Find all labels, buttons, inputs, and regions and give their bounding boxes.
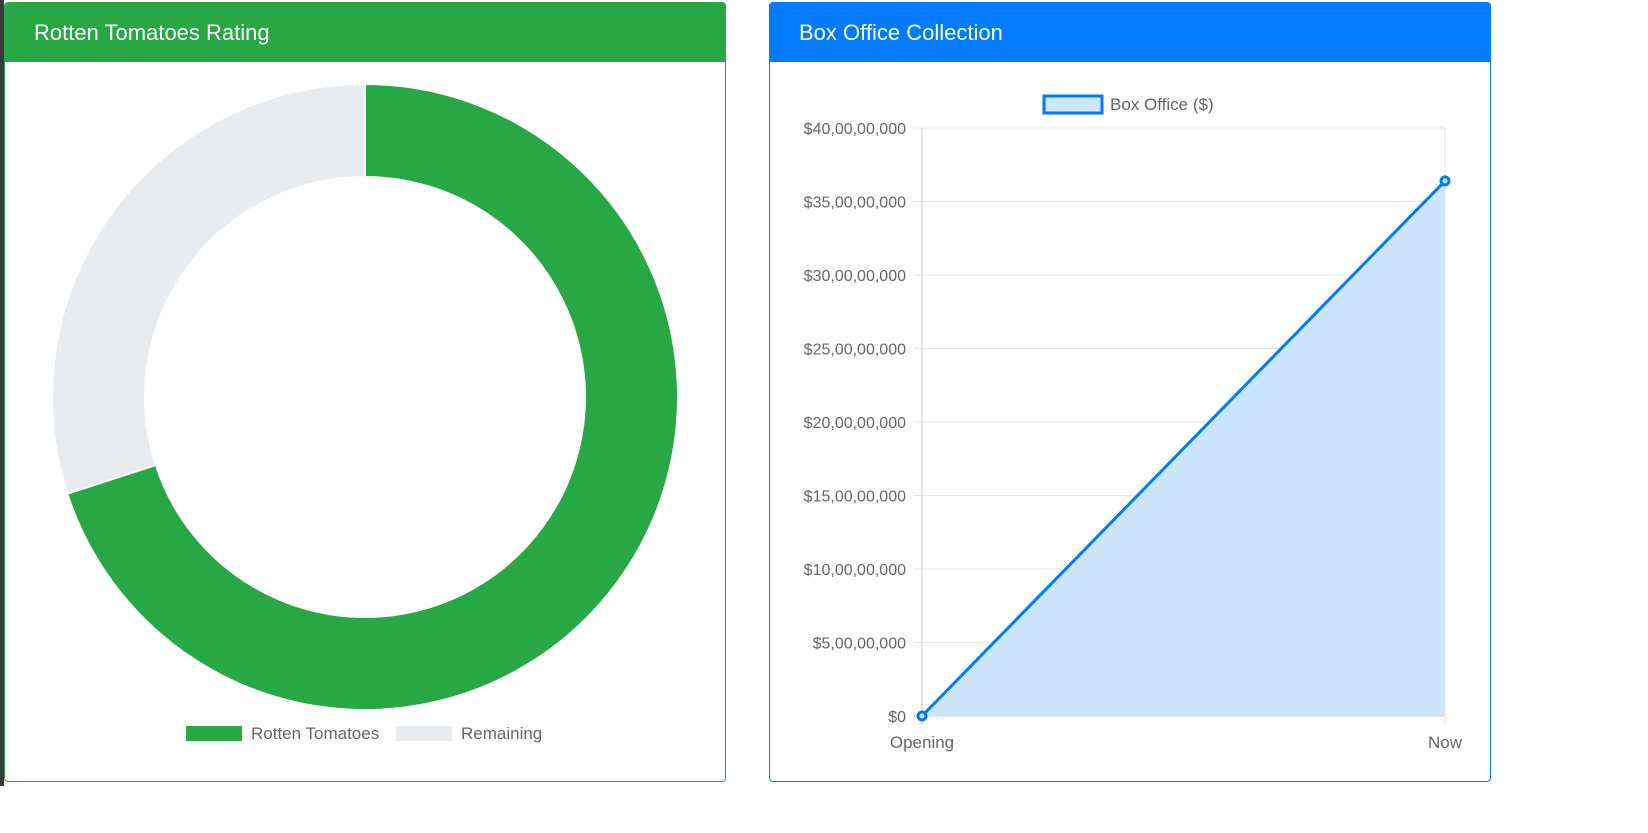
- y-tick-label: $5,00,00,000: [813, 636, 907, 653]
- legend-swatch-box-office[interactable]: [1042, 94, 1104, 115]
- line-legend: Box Office ($): [1042, 94, 1214, 115]
- y-tick-label: $20,00,00,000: [804, 415, 906, 432]
- data-point-now[interactable]: [1439, 175, 1451, 187]
- y-tick-label: $25,00,00,000: [804, 342, 906, 359]
- y-tick-label: $10,00,00,000: [804, 562, 906, 579]
- box-office-area-chart: Box Office ($) $0 $5,00,00,000 $10,00,00,0…: [804, 94, 1463, 752]
- y-tick-label: $0: [888, 709, 906, 726]
- rating-donut-chart: Rotten Tomatoes Remaining: [51, 82, 679, 743]
- donut-slice-remaining[interactable]: [51, 82, 366, 495]
- rating-card-title: Rotten Tomatoes Rating: [34, 19, 270, 45]
- y-axis-ticks: $0 $5,00,00,000 $10,00,00,000 $15,00,00,000…: [804, 121, 906, 726]
- legend-label-rotten-tomatoes[interactable]: Rotten Tomatoes: [251, 724, 379, 743]
- line-series: [916, 175, 1451, 722]
- y-tick-label: $40,00,00,000: [804, 121, 906, 138]
- box-office-card-title: Box Office Collection: [799, 19, 1003, 45]
- x-tick-label-opening: Opening: [890, 733, 954, 752]
- rating-card: Rotten Tomatoes Rating Rotten Tomatoes Re…: [4, 2, 726, 782]
- donut-legend: Rotten Tomatoes Remaining: [186, 724, 542, 743]
- legend-swatch-rotten-tomatoes[interactable]: [186, 726, 242, 741]
- data-point-opening[interactable]: [916, 710, 928, 722]
- box-office-card-header: Box Office Collection: [770, 3, 1490, 62]
- x-tick-label-now: Now: [1428, 733, 1463, 752]
- y-tick-label: $35,00,00,000: [804, 195, 906, 212]
- legend-label-box-office[interactable]: Box Office ($): [1110, 95, 1214, 114]
- legend-label-remaining[interactable]: Remaining: [461, 724, 542, 743]
- y-tick-label: $30,00,00,000: [804, 268, 906, 285]
- legend-swatch-remaining[interactable]: [396, 726, 452, 741]
- rating-card-header: Rotten Tomatoes Rating: [5, 3, 725, 62]
- x-axis-ticks: Opening Now: [890, 733, 1463, 752]
- y-tick-label: $15,00,00,000: [804, 489, 906, 506]
- box-office-card: Box Office Collection Box Office ($) $0 $…: [769, 2, 1491, 782]
- donut-slices: [51, 82, 679, 711]
